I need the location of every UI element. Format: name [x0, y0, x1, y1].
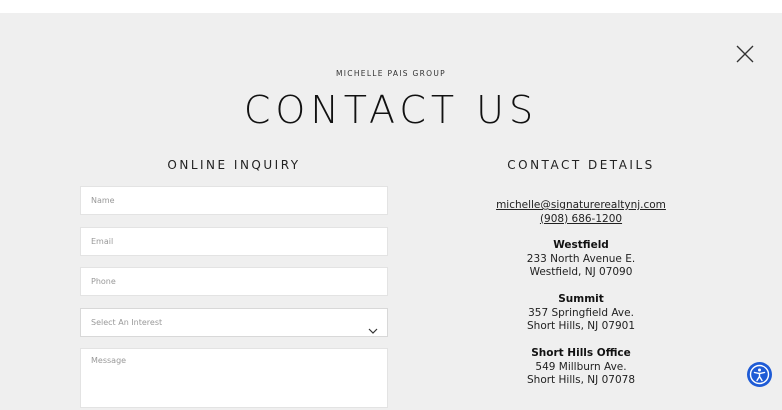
office-name: Westfield [553, 239, 609, 251]
phone-link[interactable]: (908) 686-1200 [540, 213, 622, 225]
email-link[interactable]: michelle@signaturerealtynj.com [496, 199, 666, 211]
office-address-line2: Short Hills, NJ 07078 [527, 374, 635, 386]
name-placeholder: Name [91, 196, 115, 205]
message-field[interactable]: Message [80, 348, 388, 408]
page-title: CONTACT US [243, 88, 539, 132]
interest-placeholder: Select An Interest [91, 318, 163, 327]
phone-field[interactable]: Phone [80, 267, 388, 296]
email-placeholder: Email [91, 237, 114, 246]
office-address-line1: 233 North Avenue E. [526, 252, 636, 265]
interest-select[interactable]: Select An Interest [80, 308, 388, 337]
email-field[interactable]: Email [80, 227, 388, 256]
name-field[interactable]: Name [80, 186, 388, 215]
close-icon[interactable] [736, 45, 754, 63]
accessibility-icon[interactable] [747, 362, 772, 387]
office-address-line1: 357 Springfield Ave. [528, 306, 634, 319]
message-placeholder: Message [91, 356, 127, 365]
office-summit: Summit 357 Springfield Ave. Short Hills,… [462, 293, 700, 334]
office-short-hills: Short Hills Office 549 Millburn Ave. Sho… [462, 347, 700, 388]
chevron-down-icon [368, 319, 378, 334]
office-westfield: Westfield 233 North Avenue E. Westfield,… [462, 239, 700, 280]
office-address-line2: Short Hills, NJ 07901 [527, 320, 635, 332]
office-name: Summit [558, 293, 604, 305]
brand-label: MICHELLE PAIS GROUP [336, 69, 446, 78]
phone-placeholder: Phone [91, 277, 116, 286]
office-address-line2: Westfield, NJ 07090 [529, 266, 633, 278]
contact-links: michelle@signaturerealtynj.com (908) 686… [462, 199, 700, 226]
office-name: Short Hills Office [531, 347, 631, 359]
contact-details-heading: CONTACT DETAILS [507, 158, 655, 172]
office-address-line1: 549 Millburn Ave. [535, 360, 627, 373]
online-inquiry-heading: ONLINE INQUIRY [167, 158, 301, 172]
